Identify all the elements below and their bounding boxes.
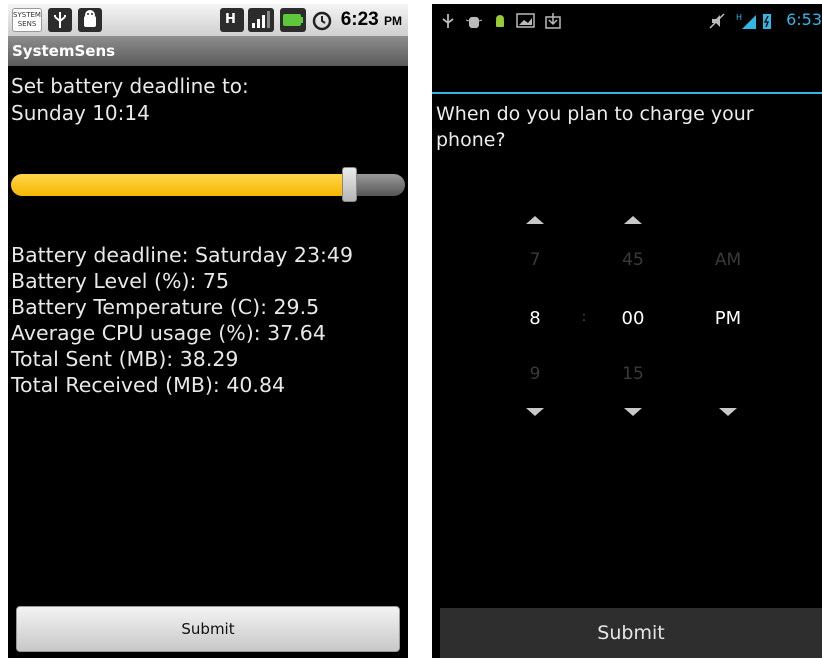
stat-battery-deadline: Battery deadline: Saturday 23:49 <box>11 243 353 267</box>
logo-text-bottom: SENS <box>17 20 37 28</box>
submit-button[interactable]: Submit <box>16 606 400 652</box>
submit-button[interactable]: Submit <box>440 608 822 658</box>
status-time: 6:53 <box>786 10 822 29</box>
signal-icon <box>248 8 274 32</box>
deadline-selected-value: Sunday 10:14 <box>11 101 150 125</box>
ampm-selected-value: PM <box>714 308 742 329</box>
systemsens-logo: SYSTEM SENS <box>12 8 42 32</box>
minute-decrement-icon[interactable] <box>624 408 642 416</box>
hour-decrement-icon[interactable] <box>526 408 544 416</box>
slider-thumb[interactable] <box>342 167 357 202</box>
slider-fill <box>11 174 344 196</box>
minute-increment-icon[interactable] <box>624 216 642 224</box>
svg-text:H: H <box>736 13 742 22</box>
image-icon <box>516 12 536 34</box>
stat-battery-level: Battery Level (%): 75 <box>11 269 230 293</box>
logo-text-top: SYSTEM <box>13 11 41 19</box>
hour-prev-value: 7 <box>529 250 541 270</box>
ampm-prev-value: AM <box>714 250 742 270</box>
header-divider <box>432 92 822 94</box>
signal-icon: H <box>736 12 758 34</box>
status-bar: SYSTEM SENS H 6:23 PM <box>8 4 408 36</box>
svg-text:H: H <box>225 12 236 27</box>
left-phone-screen: SYSTEM SENS H 6:23 PM SystemSens Set bat… <box>8 4 408 658</box>
alarm-icon <box>310 8 334 32</box>
status-time: 6:23 PM <box>340 9 402 30</box>
battery-icon <box>762 12 772 34</box>
status-bar: H 6:53 <box>432 4 822 36</box>
minute-selected-value: 00 <box>621 308 645 329</box>
debug-icon <box>465 12 483 34</box>
battery-icon <box>280 8 306 32</box>
stat-total-sent: Total Sent (MB): 38.29 <box>11 347 239 371</box>
battery-stats-list: Battery deadline: Saturday 23:49 Battery… <box>11 242 353 398</box>
minute-picker[interactable]: 45 00 15 <box>603 212 663 422</box>
charge-question: When do you plan to charge your phone? <box>436 103 754 151</box>
stat-cpu-usage: Average CPU usage (%): 37.64 <box>11 321 326 345</box>
network-h-icon: H <box>220 8 244 32</box>
download-icon <box>544 12 562 34</box>
stat-total-received: Total Received (MB): 40.84 <box>11 373 286 397</box>
mute-icon <box>708 12 726 34</box>
android-icon <box>492 12 508 34</box>
android-icon <box>78 8 102 32</box>
hour-increment-icon[interactable] <box>526 216 544 224</box>
ampm-decrement-icon[interactable] <box>719 408 737 416</box>
minute-prev-value: 45 <box>622 250 644 270</box>
stat-battery-temperature: Battery Temperature (C): 29.5 <box>11 295 320 319</box>
right-phone-screen: H 6:53 When do you plan to charge your p… <box>432 4 822 658</box>
app-title-bar: SystemSens <box>8 36 408 66</box>
deadline-prompt: Set battery deadline to: <box>11 74 249 98</box>
usb-icon <box>48 8 72 32</box>
ampm-picker[interactable]: AM PM <box>698 212 758 422</box>
usb-icon <box>440 12 456 34</box>
minute-next-value: 15 <box>622 364 644 384</box>
hour-next-value: 9 <box>529 364 541 384</box>
